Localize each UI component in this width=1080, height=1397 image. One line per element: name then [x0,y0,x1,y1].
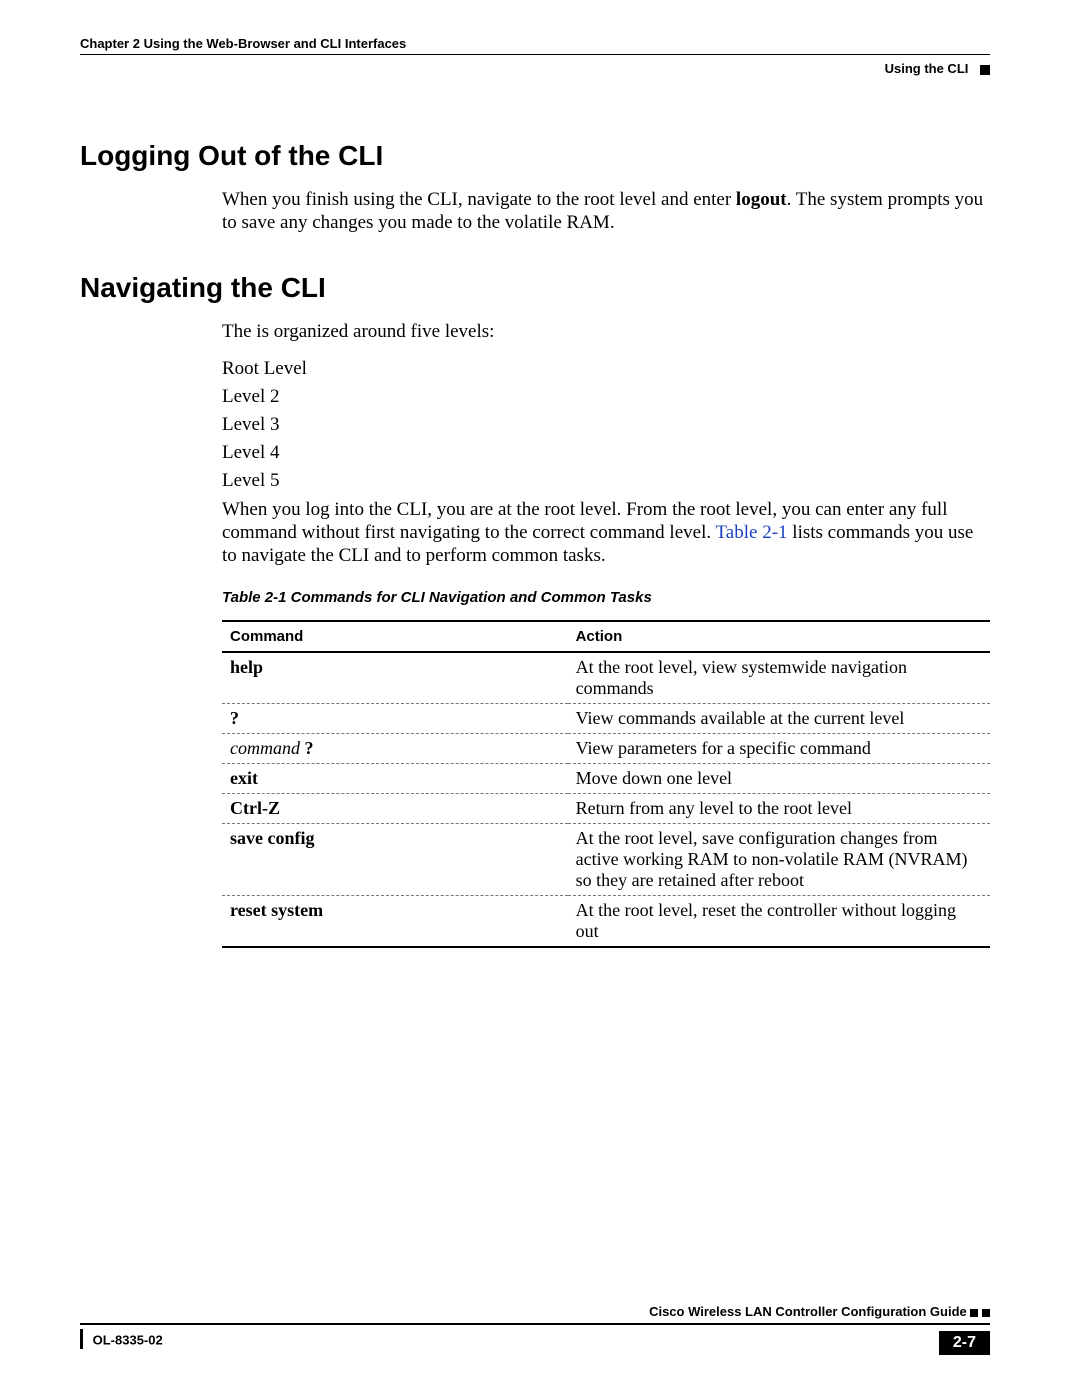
logout-keyword: logout [736,189,787,210]
guide-text: Cisco Wireless LAN Controller Configurat… [649,1304,967,1319]
table-caption: Table 2-1 Commands for CLI Navigation an… [222,589,990,606]
para-table-intro: When you log into the CLI, you are at th… [222,498,990,568]
header-rule [80,54,990,55]
table-row: exitMove down one level [222,764,990,794]
running-subheader: Using the CLI [80,61,990,76]
cell-action: At the root level, save configuration ch… [568,824,990,896]
cell-command: help [222,652,568,704]
level-item: Level 3 [222,414,990,436]
footer-rule [80,1323,990,1325]
heading-navigating: Navigating the CLI [80,272,990,304]
square-marker-icon [982,1309,990,1317]
table-row: ?View commands available at the current … [222,704,990,734]
footer-guide-title: Cisco Wireless LAN Controller Configurat… [80,1304,990,1319]
page-number-badge: 2-7 [939,1331,990,1355]
text-span: When you finish using the CLI, navigate … [222,189,736,210]
para-logging-out: When you finish using the CLI, navigate … [222,188,990,234]
table-header-row: Command Action [222,621,990,652]
table-row: reset systemAt the root level, reset the… [222,896,990,948]
doc-id-text: OL-8335-02 [93,1332,163,1347]
footer-row: OL-8335-02 2-7 [80,1331,990,1355]
document-page: Chapter 2 Using the Web-Browser and CLI … [0,0,1080,1397]
level-item: Root Level [222,358,990,380]
table-row: helpAt the root level, view systemwide n… [222,652,990,704]
bar-icon [80,1329,83,1349]
table-xref-link[interactable]: Table 2-1 [716,522,788,543]
cell-action: Return from any level to the root level [568,794,990,824]
content-block-1: When you finish using the CLI, navigate … [222,188,990,234]
heading-logging-out: Logging Out of the CLI [80,140,990,172]
table-row: Ctrl-ZReturn from any level to the root … [222,794,990,824]
cell-command: exit [222,764,568,794]
footer-doc-id: OL-8335-02 [80,1331,163,1351]
commands-table: Command Action helpAt the root level, vi… [222,620,990,948]
cell-command: command ? [222,734,568,764]
para-levels-intro: The is organized around five levels: [222,320,990,343]
square-marker-icon [970,1309,978,1317]
content-block-2: The is organized around five levels: Roo… [222,320,990,948]
page-footer: Cisco Wireless LAN Controller Configurat… [80,1304,990,1355]
cell-command: save config [222,824,568,896]
cell-action: Move down one level [568,764,990,794]
cell-action: At the root level, reset the controller … [568,896,990,948]
subheader-text: Using the CLI [885,61,969,76]
cell-command: Ctrl-Z [222,794,568,824]
level-item: Level 5 [222,470,990,492]
running-header: Chapter 2 Using the Web-Browser and CLI … [80,36,990,51]
cell-command: reset system [222,896,568,948]
col-header-action: Action [568,621,990,652]
col-header-command: Command [222,621,568,652]
level-item: Level 2 [222,386,990,408]
footer-page-wrap: 2-7 [933,1331,990,1355]
cell-action: View commands available at the current l… [568,704,990,734]
cell-action: View parameters for a specific command [568,734,990,764]
cell-action: At the root level, view systemwide navig… [568,652,990,704]
square-marker-icon [980,65,990,75]
cell-command: ? [222,704,568,734]
table-row: command ?View parameters for a specific … [222,734,990,764]
table-row: save configAt the root level, save confi… [222,824,990,896]
level-item: Level 4 [222,442,990,464]
